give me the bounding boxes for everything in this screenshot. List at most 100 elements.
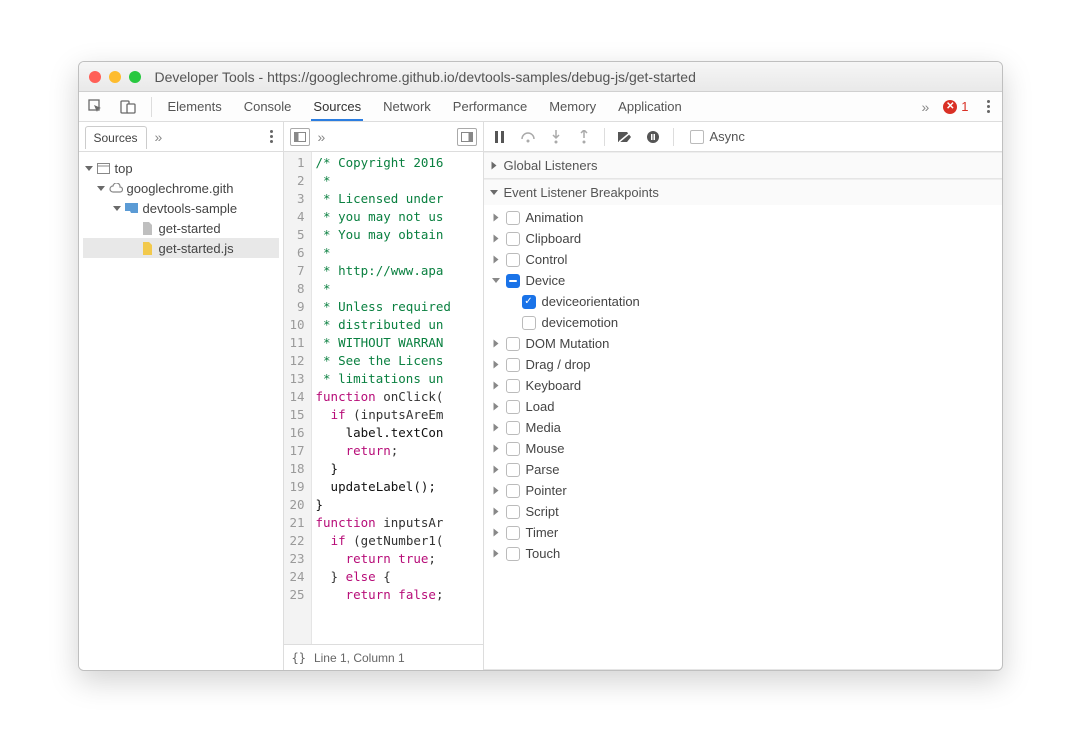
category-checkbox[interactable] [506,358,520,372]
category-label: Timer [526,525,559,540]
section-header[interactable]: Global Listeners [484,152,1002,178]
category-checkbox[interactable] [506,211,520,225]
show-navigator-icon[interactable] [290,128,310,146]
chevron-right-icon [493,529,498,537]
tab-performance[interactable]: Performance [451,93,529,120]
category-checkbox[interactable] [506,442,520,456]
category-checkbox[interactable] [506,400,520,414]
chevron-right-icon [493,466,498,474]
async-label: Async [710,129,745,144]
category-label: Control [526,252,568,267]
pause-on-exceptions-icon[interactable] [645,129,661,145]
category-label: Clipboard [526,231,582,246]
chevron-down-icon [113,206,121,211]
chevron-right-icon [493,256,498,264]
category-label: DOM Mutation [526,336,610,351]
chevron-down-icon [85,166,93,171]
tab-sources[interactable]: Sources [311,93,363,121]
device-toggle-icon[interactable] [119,98,137,116]
chevron-right-icon [493,487,498,495]
error-badge[interactable]: ✕ 1 [943,99,968,114]
async-checkbox[interactable] [690,130,704,144]
close-icon[interactable] [89,71,101,83]
breakpoint-event[interactable]: deviceorientation [488,291,998,312]
breakpoint-category[interactable]: Parse [488,459,998,480]
more-tabs-icon[interactable] [921,99,929,115]
breakpoint-category[interactable]: Drag / drop [488,354,998,375]
code-panel: 1234567891011121314151617181920212223242… [284,122,484,670]
error-icon: ✕ [943,100,957,114]
inspect-icon[interactable] [87,98,105,116]
main-tabs: Elements Console Sources Network Performance… [166,93,908,121]
category-checkbox[interactable] [506,253,520,267]
step-out-icon[interactable] [576,129,592,145]
breakpoint-category[interactable]: Load [488,396,998,417]
breakpoint-category[interactable]: Animation [488,207,998,228]
navigator-tab[interactable]: Sources [85,126,147,149]
async-toggle[interactable]: Async [690,129,745,144]
tab-memory[interactable]: Memory [547,93,598,120]
tree-root[interactable]: top [83,158,279,178]
chevron-right-icon [491,162,496,170]
category-checkbox[interactable] [506,463,520,477]
tab-console[interactable]: Console [242,93,294,120]
breakpoint-category[interactable]: Pointer [488,480,998,501]
tree-domain[interactable]: googlechrome.gith [83,178,279,198]
chevron-down-icon [97,186,105,191]
category-checkbox[interactable] [506,526,520,540]
tab-application[interactable]: Application [616,93,684,120]
category-checkbox[interactable] [506,274,520,288]
code-footer: {} Line 1, Column 1 [284,644,483,670]
event-checkbox[interactable] [522,295,536,309]
navigator-more-icon[interactable] [155,129,163,145]
breakpoint-category[interactable]: Script [488,501,998,522]
window-title: Developer Tools - https://googlechrome.g… [155,69,696,85]
breakpoint-category[interactable]: Media [488,417,998,438]
breakpoint-category[interactable]: Mouse [488,438,998,459]
category-checkbox[interactable] [506,379,520,393]
event-breakpoints-section: Event Listener Breakpoints Animation Clip… [484,179,1002,670]
chevron-right-icon [493,403,498,411]
tab-elements[interactable]: Elements [166,93,224,120]
braces-icon[interactable]: {} [292,651,306,665]
step-into-icon[interactable] [548,129,564,145]
category-checkbox[interactable] [506,547,520,561]
maximize-icon[interactable] [129,71,141,83]
tree-file[interactable]: get-started.js [83,238,279,258]
chevron-right-icon [493,424,498,432]
event-label: deviceorientation [542,294,640,309]
breakpoint-category[interactable]: Timer [488,522,998,543]
code-more-icon[interactable] [318,129,326,145]
tree-file[interactable]: get-started [83,218,279,238]
deactivate-breakpoints-icon[interactable] [617,129,633,145]
category-checkbox[interactable] [506,505,520,519]
chevron-right-icon [493,340,498,348]
code-editor[interactable]: 1234567891011121314151617181920212223242… [284,152,483,644]
settings-menu-icon[interactable] [983,100,994,113]
pause-icon[interactable] [492,129,508,145]
category-checkbox[interactable] [506,484,520,498]
breakpoint-category[interactable]: Keyboard [488,375,998,396]
navigator-menu-icon[interactable] [266,130,277,143]
category-checkbox[interactable] [506,232,520,246]
minimize-icon[interactable] [109,71,121,83]
category-checkbox[interactable] [506,421,520,435]
tab-network[interactable]: Network [381,93,433,120]
breakpoint-category[interactable]: Device [488,270,998,291]
tree-folder[interactable]: devtools-sample [83,198,279,218]
error-count: 1 [961,99,968,114]
breakpoint-category[interactable]: Control [488,249,998,270]
breakpoint-category[interactable]: DOM Mutation [488,333,998,354]
breakpoint-event[interactable]: devicemotion [488,312,998,333]
traffic-lights [89,71,141,83]
js-file-icon [141,241,155,255]
cloud-icon [109,181,123,195]
breakpoint-category[interactable]: Touch [488,543,998,564]
category-checkbox[interactable] [506,337,520,351]
breakpoint-category[interactable]: Clipboard [488,228,998,249]
chevron-right-icon [493,382,498,390]
show-debugger-icon[interactable] [457,128,477,146]
event-checkbox[interactable] [522,316,536,330]
section-header[interactable]: Event Listener Breakpoints [484,179,1002,205]
step-over-icon[interactable] [520,129,536,145]
